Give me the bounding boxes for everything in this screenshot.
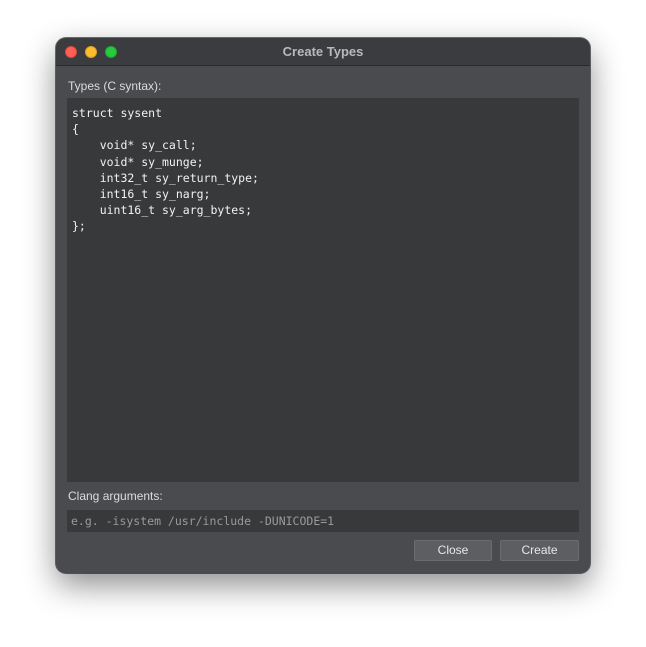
create-types-dialog: Create Types Types (C syntax): struct sy… [56, 38, 590, 573]
close-button[interactable]: Close [414, 540, 492, 561]
clang-arguments-label: Clang arguments: [68, 489, 163, 503]
title-bar[interactable]: Create Types [56, 38, 590, 66]
clang-arguments-input[interactable]: e.g. -isystem /usr/include -DUNICODE=1 [67, 510, 579, 532]
create-button[interactable]: Create [500, 540, 579, 561]
types-code-editor[interactable]: struct sysent { void* sy_call; void* sy_… [67, 98, 579, 482]
window-title: Create Types [282, 44, 364, 59]
types-label: Types (C syntax): [68, 79, 162, 93]
